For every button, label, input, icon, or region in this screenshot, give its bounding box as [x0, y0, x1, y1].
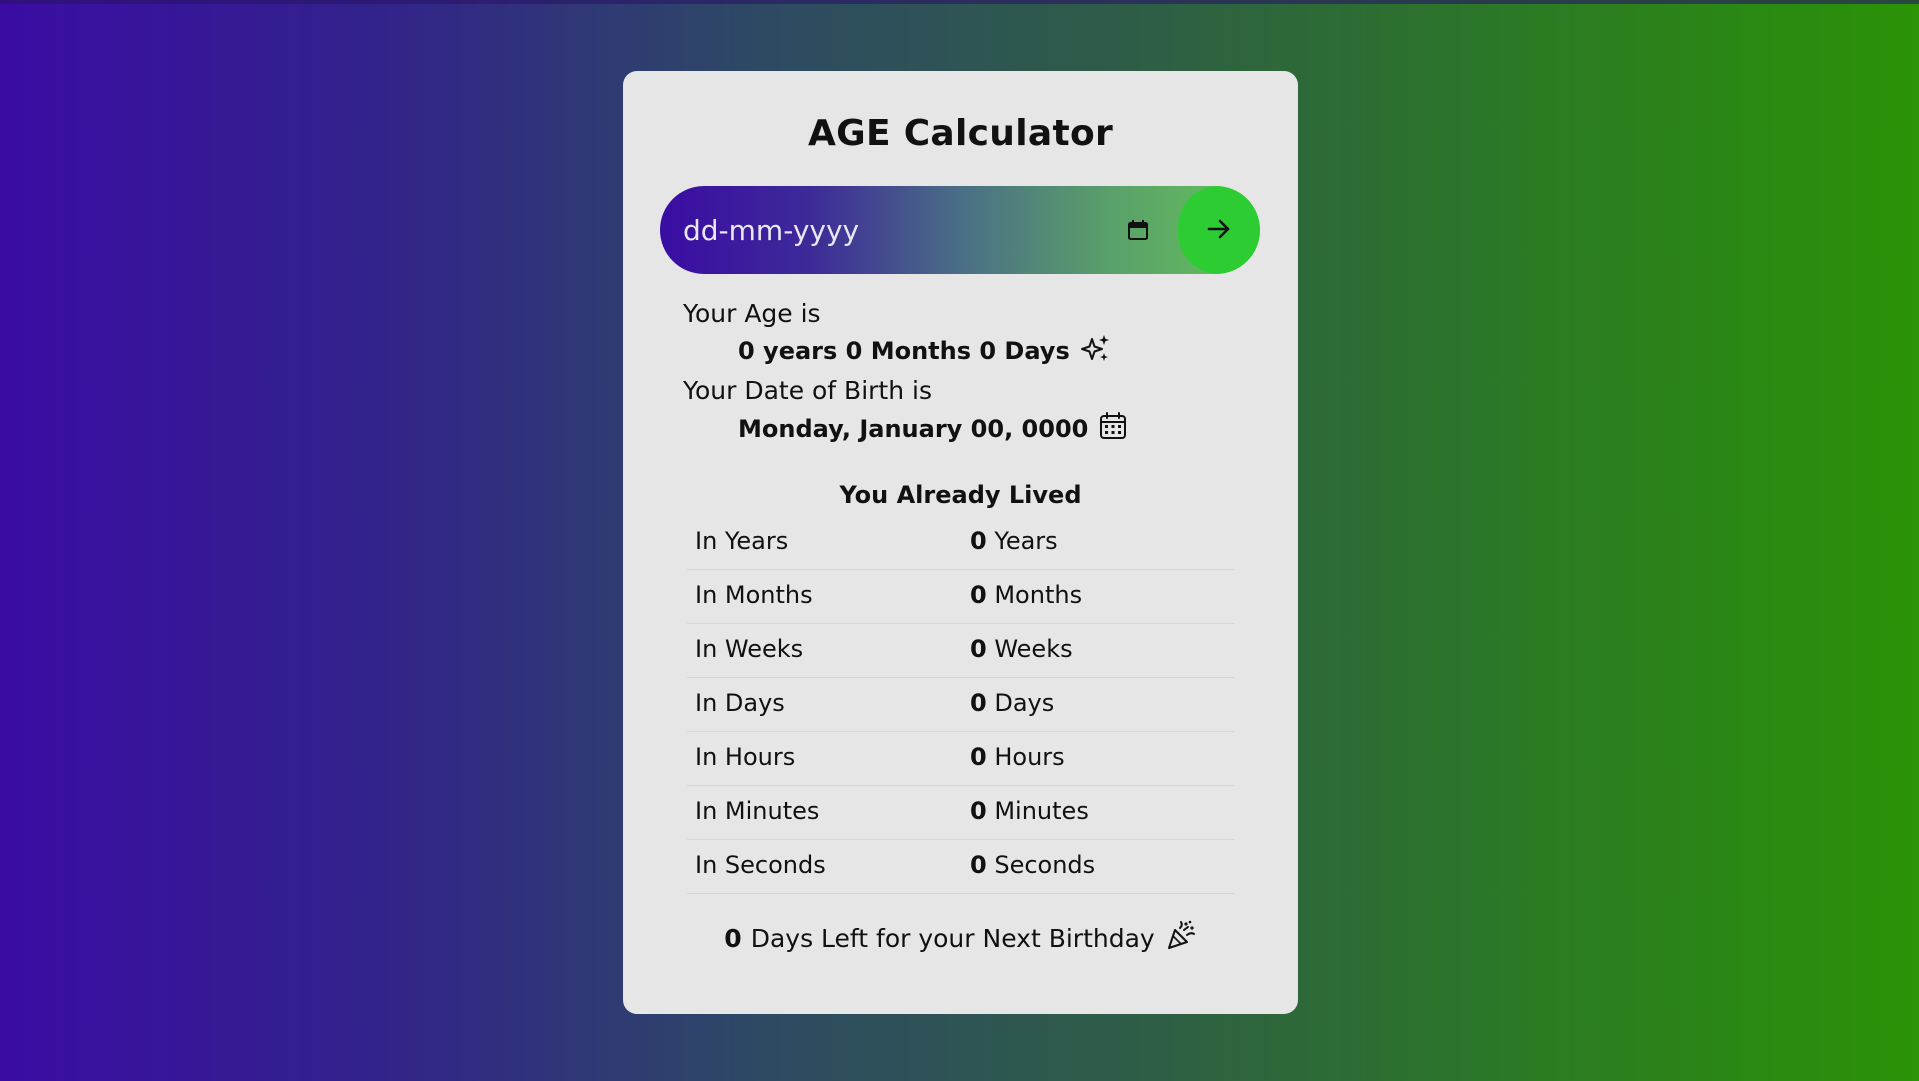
dob-value: Monday, January 00, 0000 — [738, 415, 1089, 443]
table-row: In Years 0 Years — [687, 516, 1234, 570]
table-row: In Minutes 0 Minutes — [687, 786, 1234, 840]
dob-value-row: Monday, January 00, 0000 — [738, 411, 1128, 447]
lived-heading: You Already Lived — [839, 481, 1082, 509]
sparkles-icon — [1070, 333, 1110, 369]
row-value: 0 Days — [970, 689, 1055, 717]
calendar-days-icon — [1088, 411, 1128, 447]
next-birthday: 0 Days Left for your Next Birthday — [623, 919, 1298, 957]
table-row: In Seconds 0 Seconds — [687, 840, 1234, 894]
calculate-button[interactable] — [1178, 186, 1260, 274]
lived-table: In Years 0 Years In Months 0 Months In W… — [687, 516, 1234, 894]
age-value-row: 0 years 0 Months 0 Days — [738, 333, 1110, 369]
age-value: 0 years 0 Months 0 Days — [738, 337, 1070, 365]
row-label: In Months — [695, 581, 813, 609]
calendar-icon[interactable] — [1126, 218, 1150, 242]
date-of-birth-input[interactable] — [660, 186, 1130, 274]
row-label: In Weeks — [695, 635, 804, 663]
party-popper-icon — [1155, 919, 1197, 957]
row-value: 0 Minutes — [970, 797, 1089, 825]
date-input-bar — [660, 186, 1260, 274]
row-value: 0 Seconds — [970, 851, 1096, 879]
row-value: 0 Weeks — [970, 635, 1073, 663]
age-calculator-card: AGE Calculator Your Age is 0 years 0 Mon… — [623, 71, 1298, 1014]
age-label: Your Age is — [683, 299, 821, 328]
dob-label: Your Date of Birth is — [683, 376, 932, 405]
row-label: In Seconds — [695, 851, 826, 879]
table-row: In Months 0 Months — [687, 570, 1234, 624]
row-value: 0 Hours — [970, 743, 1065, 771]
birthday-count: 0 — [724, 923, 742, 953]
table-row: In Days 0 Days — [687, 678, 1234, 732]
row-value: 0 Years — [970, 527, 1058, 555]
arrow-right-icon — [1203, 213, 1235, 248]
row-label: In Hours — [695, 743, 796, 771]
table-row: In Hours 0 Hours — [687, 732, 1234, 786]
row-label: In Minutes — [695, 797, 820, 825]
row-label: In Days — [695, 689, 785, 717]
table-row: In Weeks 0 Weeks — [687, 624, 1234, 678]
birthday-text: Days Left for your Next Birthday — [750, 923, 1155, 953]
page-title: AGE Calculator — [807, 113, 1114, 154]
row-value: 0 Months — [970, 581, 1083, 609]
top-border — [0, 0, 1919, 4]
row-label: In Years — [695, 527, 789, 555]
